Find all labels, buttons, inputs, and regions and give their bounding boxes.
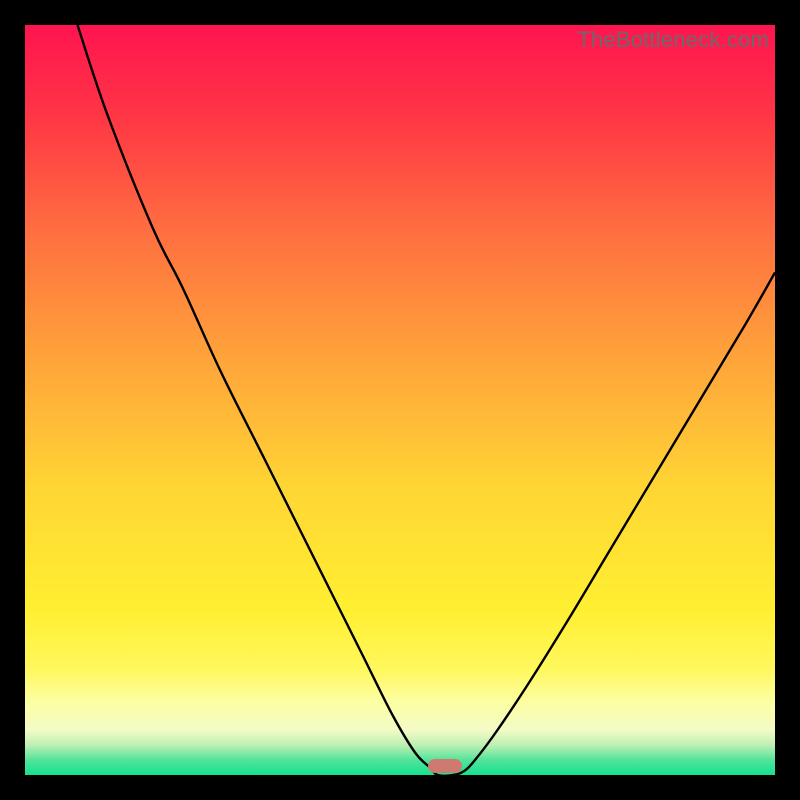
chart-frame: TheBottleneck.com [0, 0, 800, 800]
plot-area: TheBottleneck.com [25, 25, 775, 775]
watermark-text: TheBottleneck.com [577, 27, 769, 53]
background-gradient [25, 25, 775, 775]
optimal-marker [428, 759, 462, 773]
